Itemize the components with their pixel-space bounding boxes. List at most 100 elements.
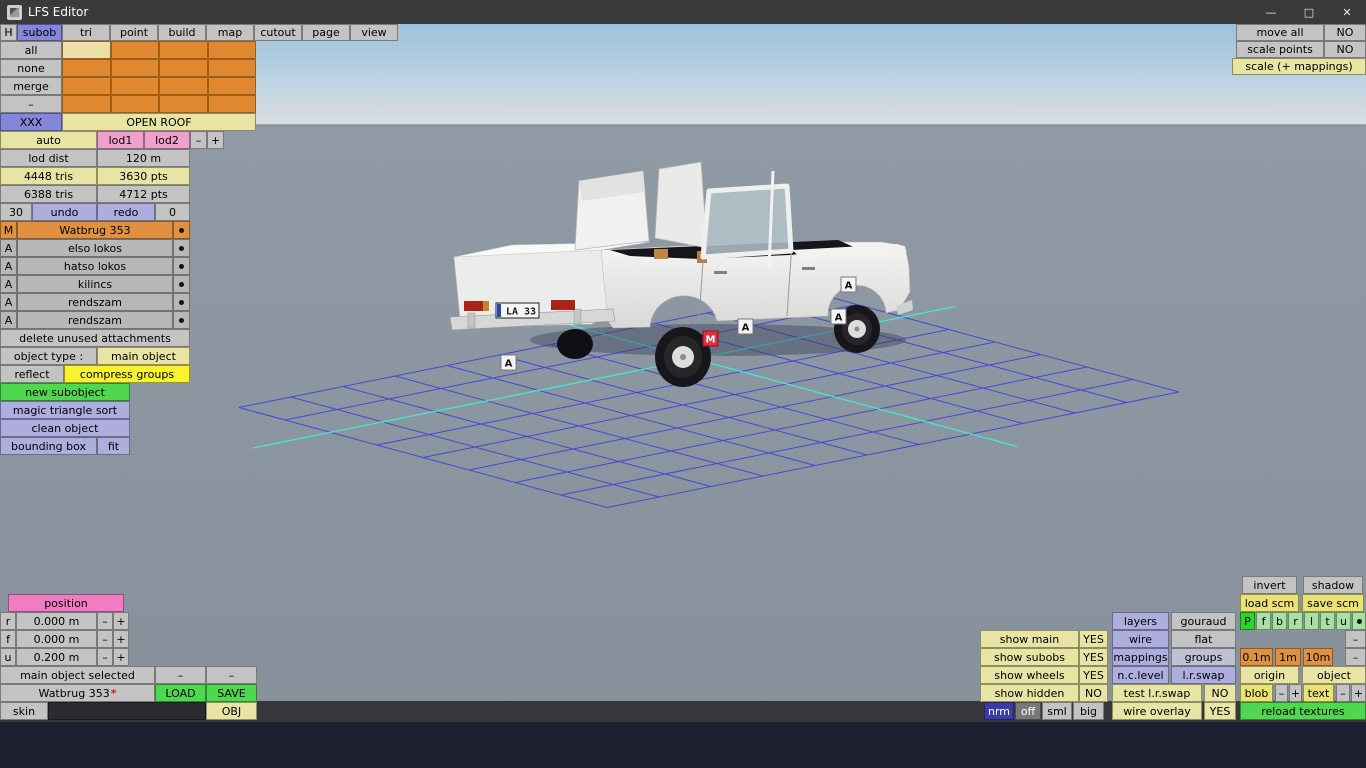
axis-f-minus-button[interactable]: – [97,630,113,648]
test-lr-swap-value[interactable]: NO [1204,684,1236,702]
mapping-cell[interactable] [110,77,159,95]
menu-cutout[interactable]: cutout [254,24,302,41]
attachment-name[interactable]: hatso lokos [17,257,173,275]
wire-overlay-button[interactable]: wire overlay [1112,702,1202,720]
attachment-marker-a[interactable]: A [840,276,857,293]
axis-f-value[interactable]: 0.000 m [16,630,97,648]
attachment-type[interactable]: A [0,257,17,275]
minimize-button[interactable]: — [1252,0,1290,24]
nrm-big-button[interactable]: big [1073,702,1104,720]
show-wheels-label[interactable]: show wheels [980,666,1079,684]
axis-r-value[interactable]: 0.000 m [16,612,97,630]
load-button[interactable]: LOAD [155,684,206,702]
select-all-button[interactable]: all [0,41,62,59]
invert-button[interactable]: invert [1242,576,1297,594]
attachment-dot-icon[interactable] [173,275,190,293]
axis-u-value[interactable]: 0.200 m [16,648,97,666]
close-button[interactable]: ✕ [1328,0,1366,24]
mapping-cell[interactable] [207,77,256,95]
nc-level-button[interactable]: n.c.level [1112,666,1169,684]
lr-swap-button[interactable]: l.r.swap [1171,666,1236,684]
show-hidden-label[interactable]: show hidden [980,684,1079,702]
axis-r-minus-button[interactable]: – [97,612,113,630]
mapping-cell[interactable] [62,77,111,95]
menu-page[interactable]: page [302,24,350,41]
mappings-button[interactable]: mappings [1112,648,1169,666]
mapping-cell[interactable] [159,59,208,77]
move-all-value[interactable]: NO [1324,24,1366,41]
lod1-button[interactable]: lod1 [97,131,144,149]
menu-tri[interactable]: tri [62,24,110,41]
attachment-name[interactable]: rendszam [17,293,173,311]
layer-toggle-t[interactable]: t [1320,612,1335,630]
mapping-cell[interactable] [207,95,256,113]
show-main-label[interactable]: show main [980,630,1079,648]
lod-minus-button[interactable]: – [190,131,207,149]
attachment-dot-icon[interactable] [173,293,190,311]
show-main-value[interactable]: YES [1079,630,1108,648]
attachment-type[interactable]: A [0,239,17,257]
attachment-type[interactable]: A [0,293,17,311]
xxx-button[interactable]: XXX [0,113,62,131]
skin-name-field[interactable] [48,702,206,720]
mapping-cell[interactable] [110,59,159,77]
mapping-cell[interactable] [62,41,111,59]
layer-dot-icon[interactable] [1352,612,1366,630]
attachment-name[interactable]: elso lokos [17,239,173,257]
layer-toggle-l[interactable]: l [1304,612,1319,630]
reload-textures-button[interactable]: reload textures [1240,702,1366,720]
nrm-sml-button[interactable]: sml [1042,702,1072,720]
obj-export-button[interactable]: OBJ [206,702,257,720]
grid-01m-button[interactable]: 0.1m [1240,648,1273,666]
axis-r-plus-button[interactable]: + [113,612,129,630]
blob-minus-button[interactable]: – [1275,684,1288,702]
attachment-type[interactable]: A [0,311,17,329]
lod-auto-button[interactable]: auto [0,131,97,149]
attachment-dot-icon[interactable] [173,257,190,275]
groups-button[interactable]: groups [1171,648,1236,666]
layer-toggle-r[interactable]: r [1288,612,1303,630]
layer-toggle-f[interactable]: f [1256,612,1271,630]
mapping-cell[interactable] [207,59,256,77]
delete-unused-attachments-button[interactable]: delete unused attachments [0,329,190,347]
axis-f-plus-button[interactable]: + [113,630,129,648]
lod-dist-value[interactable]: 120 m [97,149,190,167]
axis-u-plus-button[interactable]: + [113,648,129,666]
menu-view[interactable]: view [350,24,398,41]
dash-button[interactable]: – [206,666,257,684]
blob-plus-button[interactable]: + [1289,684,1302,702]
attachment-marker-m[interactable]: M [702,330,719,347]
clean-object-button[interactable]: clean object [0,419,130,437]
text-plus-button[interactable]: + [1351,684,1366,702]
mapping-cell[interactable] [207,41,256,59]
select-none-button[interactable]: none [0,59,62,77]
show-subobs-value[interactable]: YES [1079,648,1108,666]
test-lr-swap-button[interactable]: test l.r.swap [1112,684,1202,702]
lod2-button[interactable]: lod2 [144,131,190,149]
dash-button[interactable]: – [1345,630,1366,648]
compress-groups-button[interactable]: compress groups [64,365,190,383]
move-all-button[interactable]: move all [1236,24,1324,41]
save-button[interactable]: SAVE [206,684,257,702]
wire-button[interactable]: wire [1112,630,1169,648]
mapping-cell[interactable] [110,41,159,59]
dash-button[interactable]: – [0,95,62,113]
menu-point[interactable]: point [110,24,158,41]
save-scm-button[interactable]: save scm [1302,594,1364,612]
show-subobs-label[interactable]: show subobs [980,648,1079,666]
attachment-name[interactable]: rendszam [17,311,173,329]
new-subobject-button[interactable]: new subobject [0,383,130,401]
text-minus-button[interactable]: – [1336,684,1350,702]
attachment-dot-icon[interactable] [173,239,190,257]
menu-build[interactable]: build [158,24,206,41]
axis-u-minus-button[interactable]: – [97,648,113,666]
layers-button[interactable]: layers [1112,612,1169,630]
scale-mappings-button[interactable]: scale (+ mappings) [1232,58,1366,75]
flat-button[interactable]: flat [1171,630,1236,648]
show-hidden-value[interactable]: NO [1079,684,1108,702]
magic-triangle-sort-button[interactable]: magic triangle sort [0,401,130,419]
origin-button[interactable]: origin [1240,666,1299,684]
skin-button[interactable]: skin [0,702,48,720]
nrm-off-button[interactable]: off [1015,702,1041,720]
menu-subob[interactable]: subob [17,24,62,41]
